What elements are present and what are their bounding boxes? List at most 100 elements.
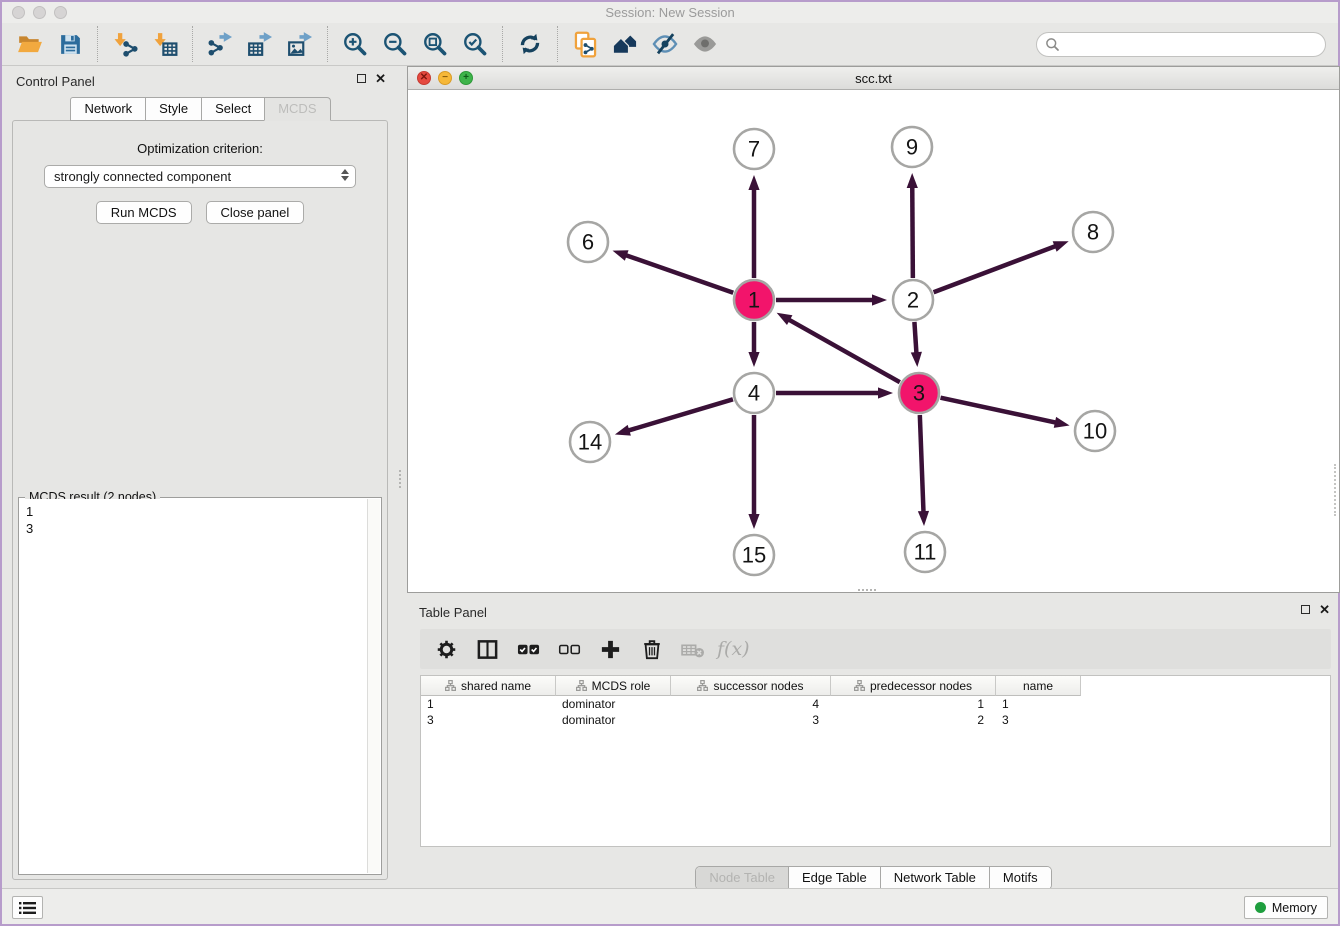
- mcds-result-scrollbar[interactable]: [367, 499, 380, 873]
- show-selected-button[interactable]: [685, 26, 725, 62]
- add-column-button[interactable]: [592, 633, 629, 665]
- graph-edge-1-6[interactable]: [625, 255, 733, 293]
- graph-edge-3-10[interactable]: [941, 398, 1057, 423]
- open-file-button[interactable]: [10, 26, 50, 62]
- graph-node-9[interactable]: 9: [892, 127, 932, 167]
- graph-node-8[interactable]: 8: [1073, 212, 1113, 252]
- cell-successor-nodes[interactable]: 3: [671, 712, 831, 728]
- vertical-splitter-grip[interactable]: [399, 470, 402, 488]
- export-network-button[interactable]: [200, 26, 240, 62]
- cell-mcds-role[interactable]: dominator: [556, 712, 671, 728]
- cell-predecessor-nodes[interactable]: 2: [831, 712, 996, 728]
- network-graph[interactable]: 7 9 6 8 1 2 4 3 14 10 15 11: [409, 91, 1340, 593]
- graph-node-14[interactable]: 14: [570, 422, 610, 462]
- column-header-shared-name[interactable]: shared name: [421, 676, 556, 696]
- graph-node-6[interactable]: 6: [568, 222, 608, 262]
- column-header-predecessor-nodes[interactable]: predecessor nodes: [831, 676, 996, 696]
- tab-select[interactable]: Select: [201, 97, 265, 121]
- column-header-name[interactable]: name: [996, 676, 1081, 696]
- mcds-result-list[interactable]: 1 3: [20, 499, 367, 873]
- apply-layout-button[interactable]: [510, 26, 550, 62]
- hide-selected-button[interactable]: [645, 26, 685, 62]
- close-table-panel-icon[interactable]: ✕: [1319, 605, 1330, 614]
- mcds-result-value: 1: [26, 503, 367, 520]
- graph-edge-arrowhead: [907, 173, 918, 188]
- delete-column-button[interactable]: [633, 633, 670, 665]
- network-canvas[interactable]: 7 9 6 8 1 2 4 3 14 10 15 11: [409, 91, 1338, 591]
- cell-shared-name[interactable]: 3: [421, 712, 556, 728]
- graph-node-3[interactable]: 3: [899, 373, 939, 413]
- apply-function-button[interactable]: f(x): [717, 638, 750, 660]
- close-panel-button[interactable]: Close panel: [206, 201, 305, 224]
- table-settings-button[interactable]: [428, 633, 465, 665]
- close-panel-icon[interactable]: ✕: [375, 74, 386, 83]
- column-header-mcds-role[interactable]: MCDS role: [556, 676, 671, 696]
- horizontal-splitter-grip[interactable]: [858, 589, 876, 592]
- graph-node-1[interactable]: 1: [734, 280, 774, 320]
- run-mcds-button[interactable]: Run MCDS: [96, 201, 192, 224]
- import-network-button[interactable]: [105, 26, 145, 62]
- tab-network-table[interactable]: Network Table: [881, 867, 990, 889]
- show-columns-button[interactable]: [469, 633, 506, 665]
- tab-edge-table[interactable]: Edge Table: [789, 867, 881, 889]
- cell-predecessor-nodes[interactable]: 1: [831, 696, 996, 712]
- cell-name[interactable]: 1: [996, 696, 1081, 712]
- tab-node-table[interactable]: Node Table: [696, 867, 789, 889]
- graph-edge-3-1[interactable]: [788, 319, 900, 382]
- graph-node-2[interactable]: 2: [893, 280, 933, 320]
- task-history-button[interactable]: [12, 896, 43, 919]
- unselect-all-button[interactable]: [551, 633, 588, 665]
- tab-network[interactable]: Network: [70, 97, 146, 121]
- graph-edge-2-8[interactable]: [934, 246, 1057, 292]
- mcds-result-box: MCDS result (2 nodes) 1 3: [18, 497, 382, 875]
- graph-edge-4-14[interactable]: [627, 399, 733, 431]
- criterion-dropdown[interactable]: strongly connected component: [44, 165, 356, 188]
- delete-table-button[interactable]: [674, 633, 711, 665]
- table-row[interactable]: 3 dominator 3 2 3: [421, 712, 1330, 728]
- import-table-button[interactable]: [145, 26, 185, 62]
- graph-node-15[interactable]: 15: [734, 535, 774, 575]
- cell-mcds-role[interactable]: dominator: [556, 696, 671, 712]
- graph-node-10[interactable]: 10: [1075, 411, 1115, 451]
- zoom-out-button[interactable]: [375, 26, 415, 62]
- table-row[interactable]: 1 dominator 4 1 1: [421, 696, 1330, 712]
- graph-node-11[interactable]: 11: [905, 532, 945, 572]
- node-label: 2: [907, 288, 919, 313]
- tab-motifs[interactable]: Motifs: [990, 867, 1051, 889]
- graph-edge-arrowhead: [872, 294, 887, 305]
- node-label: 8: [1087, 220, 1099, 245]
- memory-button[interactable]: Memory: [1244, 896, 1328, 919]
- save-icon: [58, 32, 83, 57]
- zoom-in-button[interactable]: [335, 26, 375, 62]
- node-table[interactable]: shared name MCDS role successor nodes pr…: [420, 675, 1331, 847]
- cell-shared-name[interactable]: 1: [421, 696, 556, 712]
- search-field[interactable]: [1036, 32, 1326, 57]
- export-image-button[interactable]: [280, 26, 320, 62]
- graph-edge-2-9[interactable]: [912, 186, 913, 278]
- graph-node-4[interactable]: 4: [734, 373, 774, 413]
- graph-edge-2-3[interactable]: [914, 322, 916, 354]
- open-folder-icon: [17, 31, 43, 57]
- select-all-button[interactable]: [510, 633, 547, 665]
- show-all-networks-button[interactable]: [605, 26, 645, 62]
- cell-name[interactable]: 3: [996, 712, 1081, 728]
- float-panel-icon[interactable]: [357, 74, 366, 83]
- cell-successor-nodes[interactable]: 4: [671, 696, 831, 712]
- network-window-titlebar[interactable]: ✕ − + scc.txt: [408, 67, 1339, 90]
- graph-edge-3-11[interactable]: [920, 415, 924, 513]
- float-table-panel-icon[interactable]: [1301, 605, 1310, 614]
- export-table-button[interactable]: [240, 26, 280, 62]
- search-input[interactable]: [1060, 34, 1325, 54]
- graph-node-7[interactable]: 7: [734, 129, 774, 169]
- gear-icon: [436, 639, 457, 660]
- duplicate-network-button[interactable]: [565, 26, 605, 62]
- column-header-successor-nodes[interactable]: successor nodes: [671, 676, 831, 696]
- tab-style[interactable]: Style: [145, 97, 202, 121]
- zoom-selected-button[interactable]: [455, 26, 495, 62]
- tab-mcds[interactable]: MCDS: [264, 97, 330, 121]
- zoom-fit-button[interactable]: [415, 26, 455, 62]
- network-scrollbar-marks[interactable]: [1334, 464, 1337, 516]
- column-type-icon: [576, 680, 587, 691]
- save-session-button[interactable]: [50, 26, 90, 62]
- zoom-out-icon: [382, 31, 408, 57]
